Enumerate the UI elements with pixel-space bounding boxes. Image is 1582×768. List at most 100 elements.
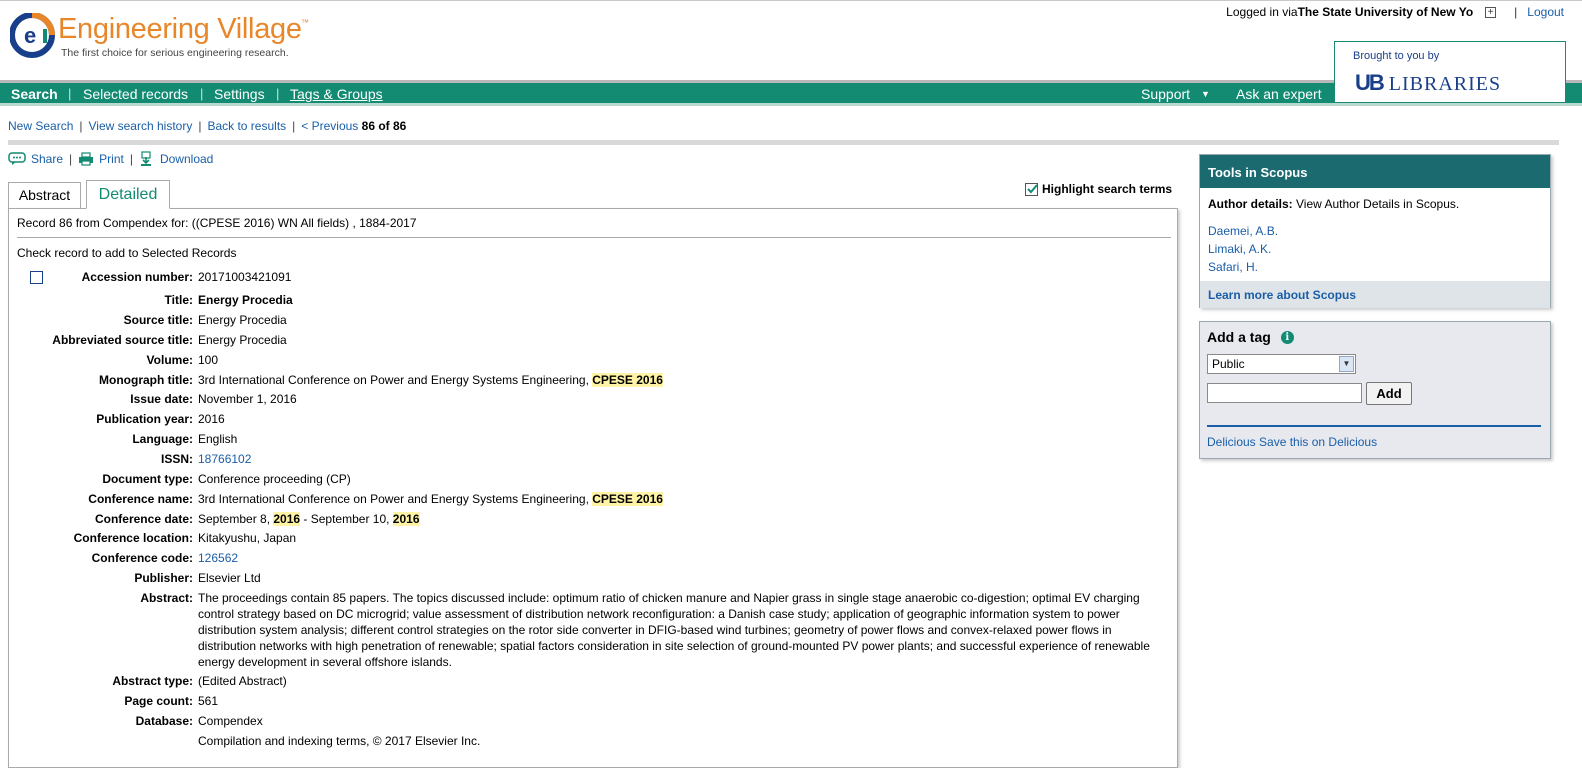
field-label: Conference code: bbox=[91, 551, 193, 565]
issn-link[interactable]: 18766102 bbox=[198, 452, 251, 466]
breadcrumb: New Search | View search history | Back to r… bbox=[8, 119, 406, 133]
record-position: 86 of 86 bbox=[361, 119, 407, 133]
tab-abstract[interactable]: Abstract bbox=[8, 182, 81, 208]
field-label: Publisher: bbox=[134, 571, 193, 585]
share-label[interactable]: Share bbox=[31, 152, 63, 166]
share-button[interactable]: Share bbox=[8, 152, 63, 166]
field-row: Source title: Energy Procedia bbox=[9, 312, 1179, 328]
field-label: Abbreviated source title: bbox=[52, 333, 193, 347]
nav-settings[interactable]: Settings bbox=[214, 86, 265, 102]
highlighted-term: CPESE 2016 bbox=[592, 492, 663, 506]
tag-input[interactable] bbox=[1207, 383, 1362, 403]
conference-name-text: 3rd International Conference on Power an… bbox=[198, 492, 593, 506]
field-row: ISSN: 18766102 bbox=[9, 451, 1179, 467]
document-type: Conference proceeding (CP) bbox=[198, 472, 351, 486]
print-label[interactable]: Print bbox=[99, 152, 124, 166]
new-search-link[interactable]: New Search bbox=[8, 119, 73, 133]
issn-cell: 18766102 bbox=[198, 451, 1158, 467]
record-title: Energy Procedia bbox=[198, 293, 293, 307]
author-details-text: View Author Details in Scopus. bbox=[1292, 197, 1460, 211]
toolbar-separator: | bbox=[129, 152, 133, 166]
conference-code-cell: 126562 bbox=[198, 550, 1158, 566]
nav-selected-records[interactable]: Selected records bbox=[83, 86, 188, 102]
check-record-note: Check record to add to Selected Records bbox=[17, 246, 237, 260]
field-label: Abstract: bbox=[140, 591, 193, 605]
nav-ask-expert[interactable]: Ask an expert bbox=[1236, 86, 1322, 102]
nav-search[interactable]: Search bbox=[11, 86, 58, 102]
expand-icon[interactable]: + bbox=[1485, 6, 1497, 18]
field-row: Title: Energy Procedia bbox=[9, 292, 1179, 308]
divider bbox=[1207, 425, 1541, 427]
page-count: 561 bbox=[198, 694, 219, 708]
institution-branding[interactable]: Brought to you by UB LIBRARIES bbox=[1334, 41, 1566, 103]
conference-date-start: September 8, bbox=[198, 512, 274, 526]
support-caret-icon[interactable]: ▼ bbox=[1201, 89, 1210, 99]
field-label: Issue date: bbox=[130, 392, 193, 406]
conference-date-end: - September 10, bbox=[300, 512, 393, 526]
view-history-link[interactable]: View search history bbox=[89, 119, 193, 133]
divider bbox=[17, 237, 1171, 238]
abbreviated-source-title: Energy Procedia bbox=[198, 333, 287, 347]
toolbar-separator: | bbox=[69, 152, 73, 166]
field-row: Conference code: 126562 bbox=[9, 550, 1179, 566]
add-tag-button[interactable]: Add bbox=[1366, 382, 1412, 405]
field-row: Volume: 100 bbox=[9, 352, 1179, 368]
checkmark-icon bbox=[1027, 183, 1038, 193]
conference-location: Kitakyushu, Japan bbox=[198, 531, 297, 545]
login-separator: | bbox=[1514, 5, 1518, 19]
conference-code-link[interactable]: 126562 bbox=[198, 551, 238, 565]
nav-support[interactable]: Support bbox=[1141, 86, 1190, 102]
field-label: Language: bbox=[132, 432, 193, 446]
download-button[interactable]: Download bbox=[139, 151, 213, 167]
language: English bbox=[198, 432, 238, 446]
svg-text:e: e bbox=[24, 23, 36, 48]
field-row: Database: Compendex bbox=[9, 713, 1179, 729]
field-row: Conference date: September 8, 2016 - Sep… bbox=[9, 511, 1179, 527]
previous-link[interactable]: < Previous bbox=[301, 119, 358, 133]
back-to-results-link[interactable]: Back to results bbox=[207, 119, 286, 133]
print-button[interactable]: Print bbox=[78, 152, 124, 166]
ub-mark-icon: UB bbox=[1355, 70, 1385, 95]
engineering-village-logo[interactable]: e Engineering Village ™ The first choice… bbox=[10, 9, 330, 69]
download-icon bbox=[140, 151, 151, 166]
field-row: Conference location: Kitakyushu, Japan bbox=[9, 530, 1179, 546]
tab-detailed[interactable]: Detailed bbox=[86, 180, 170, 209]
field-label: ISSN: bbox=[160, 452, 193, 466]
tag-visibility-select[interactable]: Public ▼ bbox=[1207, 354, 1356, 374]
delicious-share: Delicious Save this on Delicious bbox=[1207, 435, 1377, 449]
download-label[interactable]: Download bbox=[160, 152, 213, 166]
highlight-search-terms[interactable]: Highlight search terms bbox=[1025, 182, 1172, 196]
learn-more-scopus-link[interactable]: Learn more about Scopus bbox=[1208, 288, 1356, 302]
ev-logo-icon: e bbox=[10, 13, 55, 58]
record-header: Record 86 from Compendex for: ((CPESE 20… bbox=[17, 216, 417, 230]
brought-to-you-label: Brought to you by bbox=[1353, 50, 1440, 62]
field-row: Compilation and indexing terms, © 2017 E… bbox=[9, 733, 1179, 749]
logout-link[interactable]: Logout bbox=[1527, 5, 1564, 19]
author-link[interactable]: Safari, H. bbox=[1208, 260, 1258, 274]
delicious-save-text[interactable]: Save this on Delicious bbox=[1256, 435, 1377, 449]
logo-tagline: The first choice for serious engineering… bbox=[61, 47, 289, 59]
highlight-checkbox[interactable] bbox=[1025, 182, 1038, 196]
author-link[interactable]: Limaki, A.K. bbox=[1208, 242, 1271, 256]
add-tag-panel: Add a tag i Public ▼ Add Delicious Save th… bbox=[1199, 321, 1551, 459]
field-label: Conference name: bbox=[88, 492, 193, 506]
login-organization: The State University of New Yo bbox=[1297, 5, 1474, 19]
chevron-down-icon[interactable]: ▼ bbox=[1339, 356, 1354, 372]
scopus-panel-title: Tools in Scopus bbox=[1200, 155, 1550, 188]
monograph-text: 3rd International Conference on Power an… bbox=[198, 373, 593, 387]
delicious-link[interactable]: Delicious bbox=[1207, 435, 1256, 449]
field-row: Monograph title: 3rd International Confe… bbox=[9, 372, 1179, 388]
compilation-notice: Compilation and indexing terms, © 2017 E… bbox=[198, 734, 481, 748]
record-toolbar: Share | Print | Download bbox=[8, 151, 213, 167]
field-label: Document type: bbox=[102, 472, 193, 486]
field-row: Publisher: Elsevier Ltd bbox=[9, 570, 1179, 586]
ub-libraries-logo: UB LIBRARIES bbox=[1355, 70, 1501, 96]
issue-date: November 1, 2016 bbox=[198, 392, 297, 406]
login-prefix: Logged in via bbox=[1226, 5, 1298, 19]
author-link[interactable]: Daemei, A.B. bbox=[1208, 224, 1278, 238]
nav-tags-groups[interactable]: Tags & Groups bbox=[290, 86, 383, 102]
nav-separator: | bbox=[276, 86, 280, 101]
info-icon[interactable]: i bbox=[1280, 330, 1294, 344]
tools-in-scopus-panel: Tools in Scopus Author details: View Aut… bbox=[1199, 154, 1551, 308]
publisher: Elsevier Ltd bbox=[198, 571, 261, 585]
